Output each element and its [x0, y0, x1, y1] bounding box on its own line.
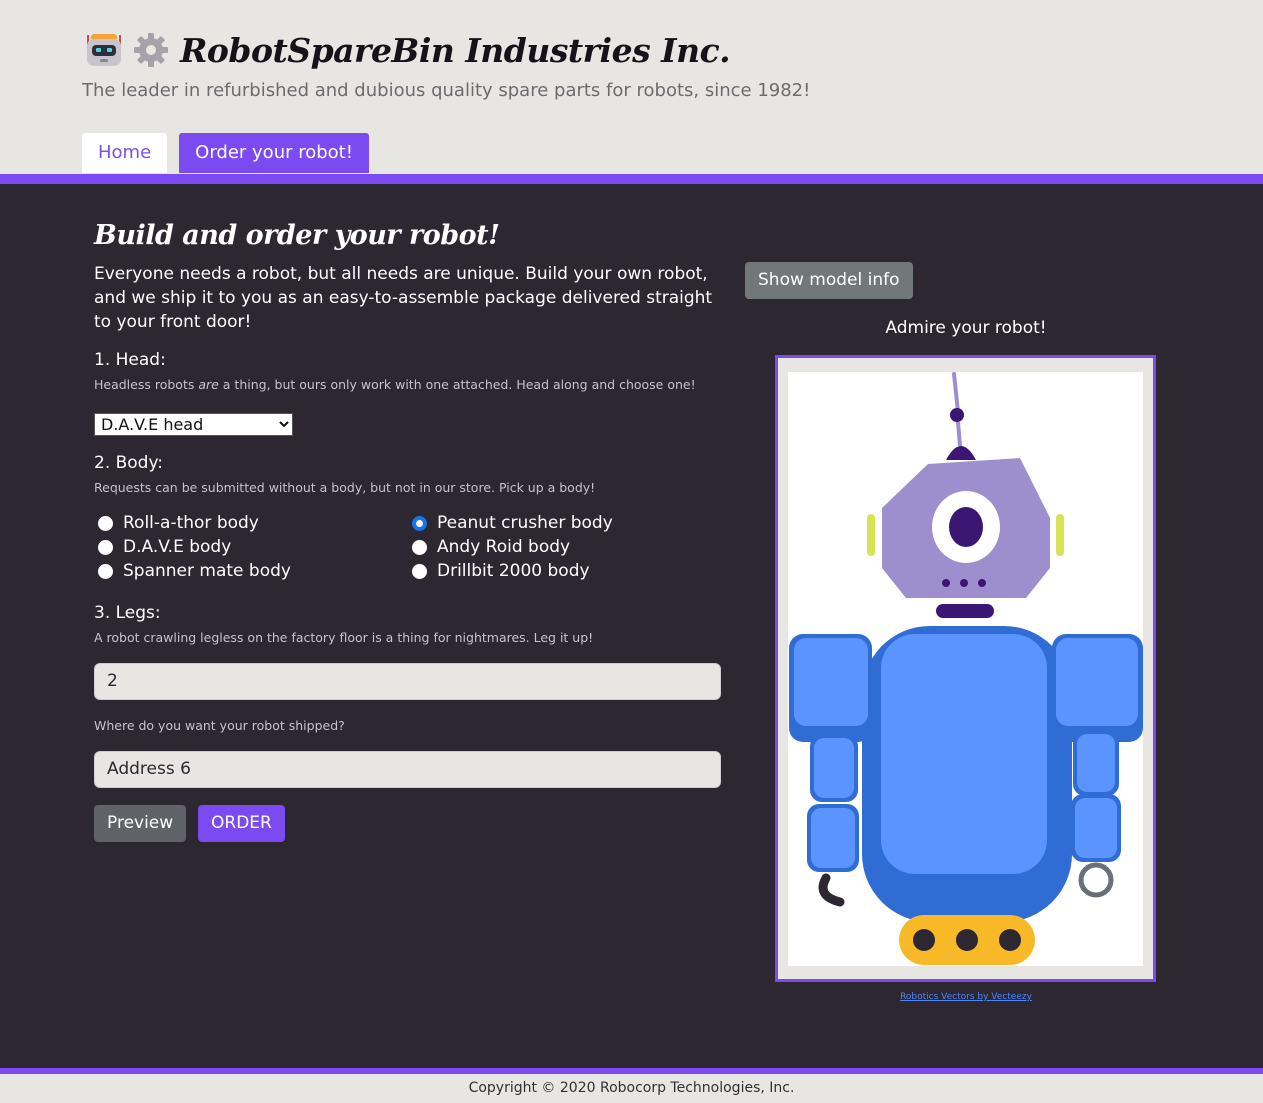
radio-label: Peanut crusher body [437, 513, 613, 533]
radio-button[interactable] [98, 539, 113, 555]
radio-andy-roid[interactable]: Andy Roid body [412, 537, 570, 557]
robot-preview-image [789, 372, 1143, 965]
body-label: 2. Body: [94, 453, 164, 473]
radio-dave[interactable]: D.A.V.E body [98, 537, 231, 557]
head-help-pre: Headless robots [94, 377, 199, 392]
gear-logo-icon [134, 33, 168, 67]
radio-label: Spanner mate body [123, 561, 291, 581]
radio-button[interactable] [98, 563, 113, 579]
radio-button[interactable] [412, 563, 427, 579]
main-content: Build and order your robot! Everyone nee… [0, 184, 1263, 1068]
head-help: Headless robots are a thing, but ours on… [94, 377, 696, 392]
body-help: Requests can be submitted without a body… [94, 480, 596, 495]
site-footer: Copyright © 2020 Robocorp Technologies, … [0, 1074, 1263, 1103]
site-tagline: The leader in refurbished and dubious qu… [82, 80, 811, 101]
radio-button[interactable] [412, 539, 427, 555]
radio-drillbit-2000[interactable]: Drillbit 2000 body [412, 561, 590, 581]
head-help-em: are [198, 377, 219, 392]
robot-logo-icon [87, 34, 121, 66]
brand: RobotSpareBin Industries Inc. [84, 30, 731, 70]
radio-label: D.A.V.E body [123, 537, 232, 557]
nav-tabs: Home Order your robot! [82, 133, 381, 173]
address-help: Where do you want your robot shipped? [94, 718, 345, 733]
tab-order-robot[interactable]: Order your robot! [179, 133, 369, 173]
intro-text: Everyone needs a robot, but all needs ar… [94, 264, 713, 332]
radio-roll-a-thor[interactable]: Roll-a-thor body [98, 513, 259, 533]
legs-input[interactable]: 2 [94, 663, 721, 700]
radio-label: Andy Roid body [437, 537, 571, 557]
address-input[interactable]: Address 6 [94, 751, 721, 788]
radio-spanner-mate[interactable]: Spanner mate body [98, 561, 291, 581]
order-button[interactable]: ORDER [198, 805, 285, 842]
tab-home[interactable]: Home [82, 133, 168, 173]
accent-divider [0, 174, 1263, 184]
preview-button[interactable]: Preview [94, 805, 187, 842]
robot-preview-frame [775, 355, 1156, 982]
radio-button-checked[interactable] [412, 515, 427, 531]
legs-label: 3. Legs: [94, 603, 161, 623]
site-title: RobotSpareBin Industries Inc. [180, 30, 731, 70]
legs-help: A robot crawling legless on the factory … [94, 630, 594, 645]
robot-preview-canvas [788, 372, 1143, 966]
site-header: RobotSpareBin Industries Inc. The leader… [0, 0, 1263, 174]
preview-title: Admire your robot! [885, 318, 1047, 338]
head-help-post: a thing, but ours only work with one att… [218, 377, 696, 392]
head-label: 1. Head: [94, 350, 166, 370]
head-select[interactable]: D.A.V.E head [94, 413, 293, 436]
radio-button[interactable] [98, 515, 113, 531]
show-model-info-button[interactable]: Show model info [745, 262, 913, 299]
radio-label: Drillbit 2000 body [437, 561, 590, 581]
vecteezy-credit-link[interactable]: Robotics Vectors by Vecteezy [776, 992, 1156, 1002]
radio-label: Roll-a-thor body [123, 513, 259, 533]
page-title: Build and order your robot! [94, 220, 500, 251]
radio-peanut-crusher[interactable]: Peanut crusher body [412, 513, 613, 533]
